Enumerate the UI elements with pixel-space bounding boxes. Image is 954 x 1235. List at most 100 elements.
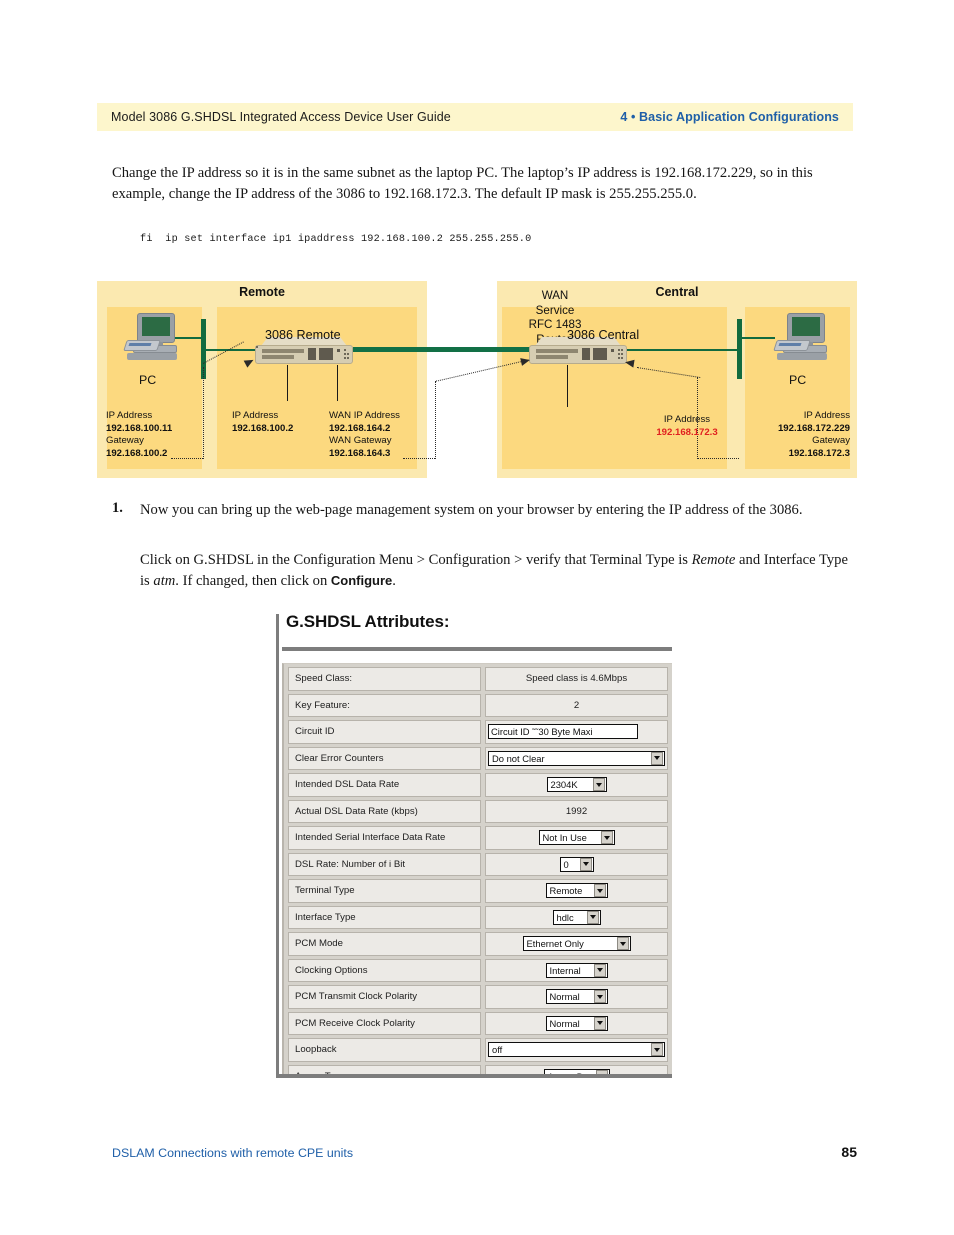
pointer-dotted-v-pcleft <box>203 367 204 459</box>
dropdown-select[interactable]: hdlc <box>552 909 601 925</box>
attribute-label: Interface Type <box>288 905 481 929</box>
attribute-label: PCM Transmit Clock Polarity <box>288 985 481 1009</box>
table-row: Clocking Options Internal <box>288 958 668 982</box>
note-wan-ip-value: 192.168.164.2 <box>329 422 391 434</box>
chevron-down-icon[interactable] <box>593 884 606 898</box>
wan-line-1: WAN <box>541 289 569 302</box>
chevron-down-icon[interactable] <box>616 937 629 951</box>
leader-line-device-right <box>567 365 569 407</box>
note-pc-left-gw-value: 192.168.100.2 <box>106 447 168 459</box>
note-pc-right-gw-value: 192.168.172.3 <box>788 447 850 459</box>
dropdown-selected-value: hdlc <box>556 911 574 923</box>
chevron-down-icon[interactable] <box>579 857 592 871</box>
dropdown-selected-value: 2304K <box>550 779 578 791</box>
leader-line-wan-left <box>337 365 339 401</box>
ethernet-link-pc-left <box>175 337 203 339</box>
table-row: Speed Class: Speed class is 4.6Mbps <box>288 667 668 691</box>
table-row: Actual DSL Data Rate (kbps) 1992 <box>288 799 668 823</box>
note-pc-left-gw-label: Gateway <box>106 435 144 447</box>
zone-remote-title: Remote <box>239 285 285 299</box>
dropdown-selected-value: off <box>492 1044 503 1056</box>
footer-section-title: DSLAM Connections with remote CPE units <box>112 1146 354 1160</box>
step2-text-c: . If changed, then click on <box>175 572 331 589</box>
pc-label-right: PC <box>789 373 807 387</box>
chevron-down-icon[interactable] <box>586 910 599 924</box>
chevron-down-icon[interactable] <box>651 1043 663 1057</box>
table-row: Intended DSL Data Rate 2304K <box>288 773 668 797</box>
dropdown-selected-value: Internal <box>549 964 581 976</box>
ethernet-link-pc-right <box>741 337 775 339</box>
gshdsl-attributes-table: Speed Class: Speed class is 4.6Mbps Key Fe… <box>282 663 672 1078</box>
dropdown-select[interactable]: 2304K <box>546 777 607 793</box>
note-device-right: IP Address 192.168.172.3 <box>632 414 742 439</box>
attribute-value-cell: 2 <box>485 693 668 717</box>
static-value: 2 <box>573 699 580 711</box>
note-wan-left: WAN IP Address 192.168.164.2 WAN Gateway… <box>329 410 400 460</box>
attribute-label: PCM Receive Clock Polarity <box>288 1011 481 1035</box>
attribute-value-cell: Circuit ID ˜˜30 Byte Maxi <box>485 720 668 744</box>
table-row: PCM Receive Clock Polarity Normal <box>288 1011 668 1035</box>
attribute-label: PCM Mode <box>288 932 481 956</box>
dropdown-select[interactable]: Not In Use <box>538 830 615 846</box>
chevron-down-icon[interactable] <box>593 963 606 977</box>
table-row: PCM Mode Ethernet Only <box>288 932 668 956</box>
note-device-right-ip-value: 192.168.172.3 <box>656 426 718 438</box>
note-wan-gw-value: 192.168.164.3 <box>329 447 391 459</box>
attribute-value-cell: Do not Clear <box>485 746 668 770</box>
note-pc-left-ip-value: 192.168.100.11 <box>106 422 173 434</box>
table-row: Loopback off <box>288 1038 668 1062</box>
dropdown-selected-value: 0 <box>563 858 569 870</box>
screenshot-title-divider <box>282 647 672 651</box>
dropdown-select[interactable]: Normal <box>545 1015 608 1031</box>
attribute-label: Circuit ID <box>288 720 481 744</box>
header-document-title: Model 3086 G.SHDSL Integrated Access Dev… <box>111 110 451 124</box>
ethernet-link-device-right <box>627 349 739 351</box>
step2-text-d: . <box>392 572 396 589</box>
attribute-label: Speed Class: <box>288 667 481 691</box>
cli-command-line: fi ip set interface ip1 ipaddress 192.16… <box>140 234 532 245</box>
dropdown-selected-value: Normal <box>549 991 580 1003</box>
chevron-down-icon[interactable] <box>600 831 613 845</box>
note-wan-gw-label: WAN Gateway <box>329 435 392 447</box>
step-paragraph-1: Now you can bring up the web-page manage… <box>140 502 803 518</box>
dropdown-select[interactable]: 0 <box>559 856 594 872</box>
dropdown-selected-value: Ethernet Only <box>526 938 584 950</box>
attribute-value-cell: Normal <box>485 985 668 1009</box>
attribute-label: Clocking Options <box>288 958 481 982</box>
dropdown-selected-value: Not In Use <box>542 832 587 844</box>
attribute-label: Actual DSL Data Rate (kbps) <box>288 799 481 823</box>
dropdown-select[interactable]: Remote <box>545 883 608 899</box>
dropdown-select[interactable]: Normal <box>545 989 608 1005</box>
table-row: Circuit ID Circuit ID ˜˜30 Byte Maxi <box>288 720 668 744</box>
wan-trunk-left <box>353 347 513 352</box>
pointer-dotted-h-wan <box>403 458 435 459</box>
pointer-dotted-v-wan <box>435 381 436 459</box>
attribute-value-cell: Not In Use <box>485 826 668 850</box>
chevron-down-icon[interactable] <box>593 990 606 1004</box>
dropdown-select[interactable]: Internal <box>545 962 608 978</box>
attribute-label: Clear Error Counters <box>288 746 481 770</box>
pc-icon-right <box>773 313 833 365</box>
dropdown-select[interactable]: Do not Clear <box>488 750 665 766</box>
attribute-value-cell: 2304K <box>485 773 668 797</box>
note-device-left-ip-value: 192.168.100.2 <box>232 422 294 434</box>
chevron-down-icon[interactable] <box>592 778 605 792</box>
chevron-down-icon[interactable] <box>593 1016 606 1030</box>
table-row: Terminal Type Remote <box>288 879 668 903</box>
note-device-left: IP Address 192.168.100.2 <box>232 410 293 435</box>
attribute-value-cell: Normal <box>485 1011 668 1035</box>
dropdown-select[interactable]: off <box>488 1042 665 1058</box>
device-title-central: 3086 Central <box>567 328 640 342</box>
step2-em-atm: atm <box>153 572 176 589</box>
attribute-value-cell: off <box>485 1038 668 1062</box>
screenshot-left-rule <box>276 614 279 1078</box>
table-row: Key Feature: 2 <box>288 693 668 717</box>
attribute-label: Key Feature: <box>288 693 481 717</box>
dropdown-select[interactable]: Ethernet Only <box>522 936 631 952</box>
step2-configure-label: Configure <box>330 572 393 588</box>
text-input[interactable]: Circuit ID ˜˜30 Byte Maxi <box>488 724 638 740</box>
pointer-dotted-h-pcright <box>697 458 739 459</box>
attribute-value-cell: Remote <box>485 879 668 903</box>
step-number: 1. <box>112 500 123 516</box>
chevron-down-icon[interactable] <box>651 751 663 765</box>
